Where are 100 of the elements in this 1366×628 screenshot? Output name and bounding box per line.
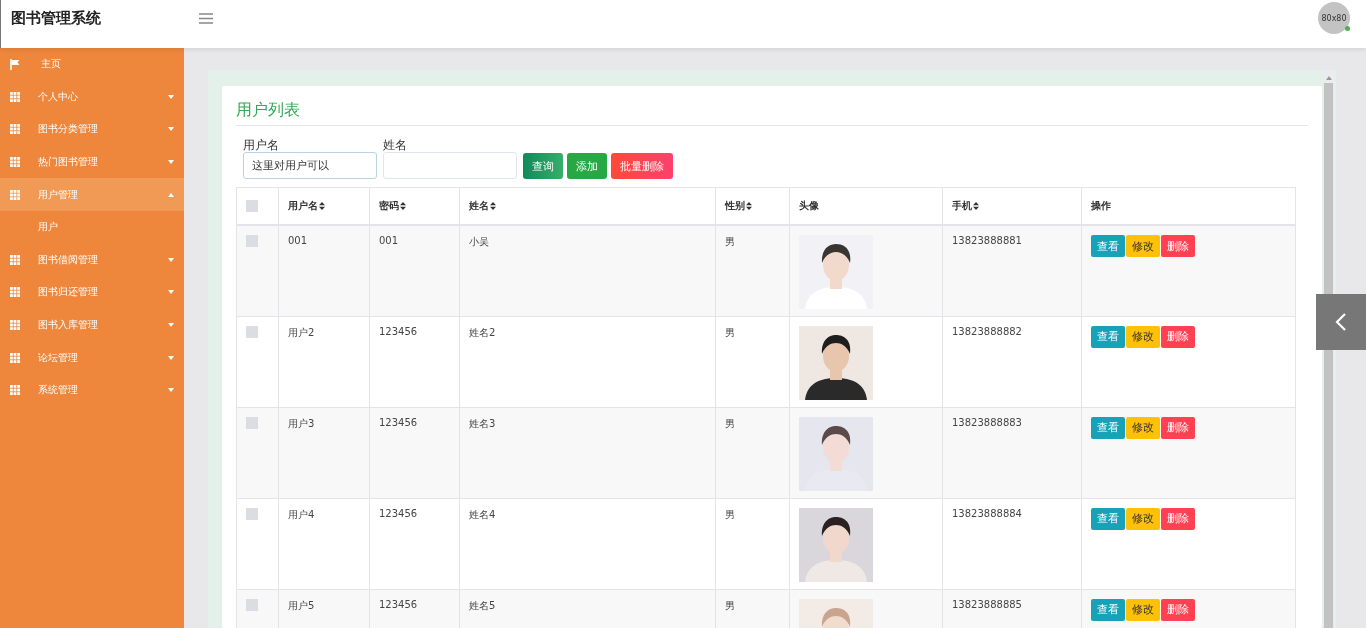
- menu-icon[interactable]: [199, 12, 213, 24]
- table-cell: 123456: [379, 598, 418, 610]
- nav-item[interactable]: 主页: [0, 48, 184, 81]
- table-cell: 123456: [379, 416, 418, 428]
- grid-icon: [10, 157, 20, 168]
- checkbox[interactable]: [246, 598, 258, 611]
- edit-button[interactable]: 修改: [1126, 416, 1160, 439]
- table-cell: 男: [725, 416, 735, 431]
- collapse-button[interactable]: [1316, 294, 1366, 350]
- caret-icon: [168, 388, 174, 393]
- column-header[interactable]: 用户名: [288, 199, 325, 213]
- caret-icon: [168, 323, 174, 328]
- field-label: 用户名: [243, 138, 280, 152]
- search-field[interactable]: 这里对用户可以: [243, 152, 377, 179]
- checkbox[interactable]: [246, 235, 258, 247]
- table-cell: 男: [725, 507, 735, 522]
- table-cell: 001: [379, 235, 399, 246]
- view-button[interactable]: 查看: [1091, 598, 1125, 621]
- table-cell: 123456: [379, 325, 418, 337]
- grid-icon: [10, 124, 20, 135]
- nav-item[interactable]: 个人中心: [0, 80, 184, 114]
- sort-icon[interactable]: [746, 202, 752, 210]
- column-header: 头像: [799, 199, 819, 213]
- sort-icon[interactable]: [400, 202, 406, 210]
- caret-icon: [168, 94, 174, 99]
- table-cell: 123456: [379, 507, 418, 519]
- caret-icon: [168, 160, 174, 165]
- sort-icon[interactable]: [973, 202, 979, 210]
- table-cell: 用户2: [288, 325, 315, 340]
- table-cell: 男: [725, 598, 735, 613]
- column-header[interactable]: 性别: [725, 199, 752, 213]
- nav-item[interactable]: 热门图书管理: [0, 145, 184, 179]
- view-button[interactable]: 查看: [1091, 416, 1125, 439]
- nav-item[interactable]: 图书入库管理: [0, 308, 184, 342]
- table-cell: 姓名2: [469, 325, 496, 340]
- table-cell: 13823888881: [952, 235, 1022, 246]
- delete-button[interactable]: 删除: [1161, 235, 1195, 257]
- delete-button[interactable]: 删除: [1161, 416, 1195, 439]
- query-button[interactable]: 查询: [523, 153, 563, 179]
- delete-button[interactable]: 删除: [1161, 598, 1195, 621]
- table-cell: 姓名5: [469, 598, 496, 613]
- flag-icon: [10, 58, 20, 70]
- caret-icon: [168, 290, 174, 295]
- column-header[interactable]: 手机: [952, 199, 979, 213]
- add-button[interactable]: 添加: [567, 153, 607, 179]
- table-cell: 小吴: [469, 235, 489, 249]
- table-cell: 用户4: [288, 507, 315, 522]
- table-cell: 13823888885: [952, 598, 1022, 610]
- table-cell: 姓名3: [469, 416, 496, 431]
- table-cell: 姓名4: [469, 507, 496, 522]
- grid-icon: [10, 385, 20, 396]
- nav-item[interactable]: 用户管理: [0, 178, 184, 211]
- sort-icon[interactable]: [490, 202, 496, 210]
- chevron-left-icon: [1335, 313, 1347, 331]
- view-button[interactable]: 查看: [1091, 325, 1125, 348]
- table-cell: 用户5: [288, 598, 315, 613]
- delete-button[interactable]: 删除: [1161, 507, 1195, 530]
- field-label: 姓名: [383, 138, 408, 152]
- grid-icon: [10, 254, 20, 265]
- caret-icon: [168, 355, 174, 360]
- grid-icon: [10, 352, 20, 363]
- view-button[interactable]: 查看: [1091, 235, 1125, 257]
- grid-icon: [10, 91, 20, 102]
- edit-button[interactable]: 修改: [1126, 507, 1160, 530]
- nav-item[interactable]: 系统管理: [0, 373, 184, 407]
- sort-icon[interactable]: [319, 202, 325, 210]
- user-avatar[interactable]: 80x80: [1318, 2, 1350, 34]
- view-button[interactable]: 查看: [1091, 507, 1125, 530]
- table-cell: 男: [725, 325, 735, 340]
- delete-button[interactable]: 删除: [1161, 325, 1195, 348]
- column-header[interactable]: 密码: [379, 199, 406, 213]
- page-title: 用户列表: [236, 96, 1308, 126]
- delete-button[interactable]: 批量删除: [611, 153, 673, 179]
- caret-icon: [168, 192, 174, 197]
- grid-icon: [10, 320, 20, 331]
- caret-icon: [168, 257, 174, 262]
- nav-subitem[interactable]: 用户: [0, 210, 184, 244]
- checkbox[interactable]: [246, 507, 258, 520]
- column-header[interactable]: 姓名: [469, 199, 496, 213]
- nav-item[interactable]: 图书归还管理: [0, 276, 184, 309]
- checkbox[interactable]: [246, 416, 258, 429]
- table-cell: 男: [725, 235, 735, 249]
- nav-item[interactable]: 图书分类管理: [0, 113, 184, 146]
- grid-icon: [10, 287, 20, 298]
- checkbox[interactable]: [246, 200, 258, 212]
- scrollbar[interactable]: [1323, 72, 1334, 628]
- table-cell: 13823888882: [952, 325, 1022, 337]
- edit-button[interactable]: 修改: [1126, 235, 1160, 257]
- edit-button[interactable]: 修改: [1126, 598, 1160, 621]
- column-header: 操作: [1091, 199, 1111, 213]
- nav-item[interactable]: 图书借阅管理: [0, 243, 184, 277]
- table-cell: 用户3: [288, 416, 315, 431]
- edit-button[interactable]: 修改: [1126, 325, 1160, 348]
- checkbox[interactable]: [246, 325, 258, 338]
- scroll-up-icon[interactable]: [1325, 76, 1332, 80]
- app-title: 图书管理系统: [11, 8, 102, 28]
- table-cell: 13823888884: [952, 507, 1022, 519]
- search-field[interactable]: [383, 152, 517, 179]
- grid-icon: [10, 189, 20, 200]
- nav-item[interactable]: 论坛管理: [0, 341, 184, 374]
